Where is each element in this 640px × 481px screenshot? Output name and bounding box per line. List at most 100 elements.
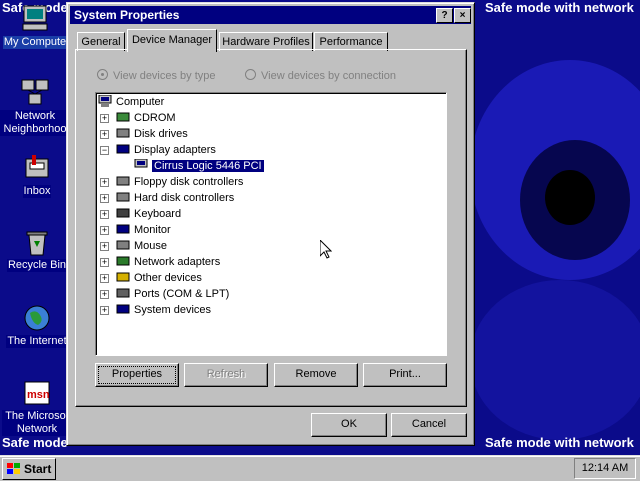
tree-label: Network adapters <box>134 256 221 268</box>
expand-toggle-icon[interactable]: + <box>100 258 109 267</box>
tree-item[interactable]: Mouse <box>116 238 167 254</box>
device-category-icon <box>116 111 130 123</box>
tree-label: Hard disk controllers <box>134 192 235 204</box>
desktop-icon-inbox[interactable]: Inbox <box>2 153 72 198</box>
close-button[interactable]: × <box>454 8 471 23</box>
tree-label: Mouse <box>134 240 168 252</box>
properties-button[interactable]: Properties <box>95 363 179 387</box>
svg-text:msn: msn <box>27 389 50 401</box>
safe-mode-label-bottom-right: Safe mode with network <box>485 435 634 450</box>
msn-icon: msn <box>22 378 52 408</box>
expand-toggle-icon[interactable]: + <box>100 274 109 283</box>
expand-toggle-icon[interactable]: + <box>100 210 109 219</box>
tree-item[interactable]: Disk drives <box>116 126 188 142</box>
globe-icon <box>22 303 52 333</box>
wallpaper-shape <box>470 280 640 440</box>
tree-item[interactable]: Ports (COM & LPT) <box>116 286 229 302</box>
remove-button[interactable]: Remove <box>274 363 358 387</box>
safe-mode-label-top-right: Safe mode with network <box>485 0 634 15</box>
device-category-icon <box>116 143 130 155</box>
device-category-icon <box>116 223 130 235</box>
tree-label: Computer <box>116 96 165 108</box>
collapse-toggle-icon[interactable]: − <box>100 146 109 155</box>
device-category-icon <box>116 191 130 203</box>
tree-label: Ports (COM & LPT) <box>134 288 230 300</box>
device-category-icon <box>116 271 130 283</box>
tree-label: Display adapters <box>134 144 216 156</box>
safe-mode-label-bottom-left: Safe mode <box>2 435 68 450</box>
radio-view-by-connection[interactable]: View devices by connection <box>245 69 396 82</box>
tree-item-selected[interactable]: Cirrus Logic 5446 PCI <box>134 158 264 174</box>
device-category-icon <box>116 303 130 315</box>
tree-item[interactable]: CDROM <box>116 110 176 126</box>
tree-label: CDROM <box>134 112 176 124</box>
tree-item[interactable]: Hard disk controllers <box>116 190 234 206</box>
tree-item[interactable]: Floppy disk controllers <box>116 174 243 190</box>
computer-icon <box>20 4 50 34</box>
expand-toggle-icon[interactable]: + <box>100 242 109 251</box>
desktop-icon-label: Recycle Bin <box>6 259 68 272</box>
desktop-icon-my-computer[interactable]: My Compute <box>0 4 70 49</box>
tree-item[interactable]: Display adapters <box>116 142 216 158</box>
help-button[interactable]: ? <box>436 8 453 23</box>
tree-label: Floppy disk controllers <box>134 176 244 188</box>
tree-item[interactable]: Monitor <box>116 222 171 238</box>
wallpaper-shape <box>545 170 595 225</box>
device-category-icon <box>116 239 130 251</box>
inbox-icon <box>22 153 52 183</box>
start-button[interactable]: Start <box>2 458 56 480</box>
radio-view-by-type[interactable]: View devices by type <box>97 69 216 82</box>
print-button[interactable]: Print... <box>363 363 447 387</box>
device-category-icon <box>116 287 130 299</box>
tree-label: Cirrus Logic 5446 PCI <box>152 160 264 172</box>
desktop-icon-the-internet[interactable]: The Internet <box>2 303 72 348</box>
recycle-bin-icon <box>22 227 52 257</box>
network-icon <box>20 78 50 108</box>
device-category-icon <box>116 207 130 219</box>
tree-item[interactable]: Keyboard <box>116 206 181 222</box>
expand-toggle-icon[interactable]: + <box>100 130 109 139</box>
radio-dot-icon <box>97 69 108 80</box>
tab-device-manager[interactable]: Device Manager <box>127 29 217 52</box>
tree-label: Keyboard <box>134 208 182 220</box>
tree-root-computer[interactable]: Computer <box>98 94 164 110</box>
tree-item[interactable]: Other devices <box>116 270 202 286</box>
expand-toggle-icon[interactable]: + <box>100 306 109 315</box>
expand-toggle-icon[interactable]: + <box>100 290 109 299</box>
desktop-icon-label: The Internet <box>6 335 68 348</box>
display-adapter-icon <box>134 158 148 171</box>
desktop-icon-recycle-bin[interactable]: Recycle Bin <box>2 227 72 272</box>
expand-toggle-icon[interactable]: + <box>100 194 109 203</box>
tree-item[interactable]: System devices <box>116 302 211 318</box>
device-category-icon <box>116 127 130 139</box>
system-clock[interactable]: 12:14 AM <box>574 458 636 479</box>
tree-item[interactable]: Network adapters <box>116 254 220 270</box>
tree-label: System devices <box>134 304 212 316</box>
windows-logo-icon <box>7 461 21 474</box>
desktop-icon-network-neighborhood[interactable]: Network Neighborhoo <box>0 78 70 136</box>
device-tree[interactable]: Computer + CDROM + Disk drives − Display adap… <box>95 92 447 356</box>
tree-label: Monitor <box>134 224 171 236</box>
mouse-cursor-icon <box>319 238 333 259</box>
refresh-button[interactable]: Refresh <box>184 363 268 387</box>
taskbar: Start 12:14 AM <box>0 455 640 481</box>
ok-button[interactable]: OK <box>311 413 387 437</box>
window-title: System Properties <box>74 8 180 22</box>
tree-label: Disk drives <box>134 128 188 140</box>
desktop-icon-label: Network Neighborhoo <box>0 110 70 136</box>
radio-label: View devices by connection <box>261 70 396 82</box>
device-category-icon <box>116 175 130 187</box>
computer-icon <box>98 94 112 107</box>
title-bar[interactable]: System Properties ? × <box>70 6 471 24</box>
cancel-button[interactable]: Cancel <box>391 413 467 437</box>
desktop-icon-msn[interactable]: msn The Microsof Network <box>2 378 72 436</box>
expand-toggle-icon[interactable]: + <box>100 114 109 123</box>
desktop-icon-label: Inbox <box>22 185 52 198</box>
expand-toggle-icon[interactable]: + <box>100 226 109 235</box>
tree-label: Other devices <box>134 272 202 284</box>
desktop-icon-label: The Microsof Network <box>2 410 72 436</box>
expand-toggle-icon[interactable]: + <box>100 178 109 187</box>
device-category-icon <box>116 255 130 267</box>
system-properties-dialog: System Properties ? × General Device Man… <box>66 2 475 446</box>
radio-label: View devices by type <box>113 70 216 82</box>
